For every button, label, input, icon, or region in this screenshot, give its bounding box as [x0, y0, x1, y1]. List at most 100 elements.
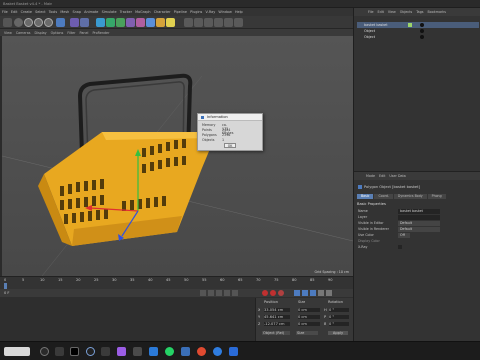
tab-phong[interactable]: Phong: [427, 194, 446, 199]
whatsapp-icon[interactable]: [165, 347, 174, 356]
key-scale-icon[interactable]: [302, 290, 308, 296]
viewport-menu-filter[interactable]: Filter: [67, 31, 75, 35]
attribute-menu-edit[interactable]: Edit: [379, 174, 385, 180]
size-x-field[interactable]: 0 cm: [298, 308, 320, 312]
position-y-field[interactable]: 45.641 cm: [264, 315, 290, 319]
viewport-menu-view[interactable]: View: [4, 31, 12, 35]
material-tag-icon[interactable]: [420, 35, 424, 39]
coordinate-mode-select[interactable]: Object (Rel): [262, 331, 290, 335]
menu-item-file[interactable]: File: [2, 10, 8, 14]
key-position-icon[interactable]: [294, 290, 300, 296]
size-y-field[interactable]: 0 cm: [298, 315, 320, 319]
menu-item-window[interactable]: Window: [218, 10, 231, 14]
visibility-icon[interactable]: [408, 23, 412, 27]
settings-icon[interactable]: [133, 347, 142, 356]
render-icon[interactable]: [70, 18, 79, 27]
basket-model[interactable]: [2, 36, 353, 276]
menu-item-edit[interactable]: Edit: [11, 10, 18, 14]
object-menu-bookmarks[interactable]: Bookmarks: [428, 10, 446, 16]
nurbs-icon[interactable]: [116, 18, 125, 27]
chrome-icon[interactable]: [197, 347, 206, 356]
apply-button[interactable]: Apply: [328, 331, 348, 335]
object-menu-view[interactable]: View: [388, 10, 396, 16]
move-icon[interactable]: [56, 18, 65, 27]
object-menu-edit[interactable]: Edit: [378, 10, 384, 16]
record-icon[interactable]: [262, 290, 268, 296]
menu-item-tools[interactable]: Tools: [49, 10, 57, 14]
name-field[interactable]: basket basket: [398, 209, 440, 214]
search-icon[interactable]: [40, 347, 49, 356]
tab-basic[interactable]: Basic: [357, 194, 374, 199]
rotation-p-field[interactable]: 0 °: [329, 315, 349, 319]
render-settings-icon[interactable]: [80, 18, 89, 27]
step-forward-icon[interactable]: [224, 290, 230, 296]
vscode-icon[interactable]: [149, 347, 158, 356]
position-z-field[interactable]: -12.077 cm: [264, 322, 290, 326]
size-mode-select[interactable]: Size: [296, 331, 318, 335]
rotation-h-field[interactable]: 0 °: [329, 308, 349, 312]
menu-item-tracker[interactable]: Tracker: [120, 10, 132, 14]
play-icon[interactable]: [216, 290, 222, 296]
visible-renderer-select[interactable]: Default: [398, 227, 440, 232]
menu-item-v-ray[interactable]: V-Ray: [206, 10, 216, 14]
menu-item-plugins[interactable]: Plugins: [190, 10, 202, 14]
menu-item-select[interactable]: Select: [35, 10, 45, 14]
undo-icon[interactable]: [3, 18, 12, 27]
locked-workplane-icon[interactable]: [234, 18, 243, 27]
go-end-icon[interactable]: [232, 290, 238, 296]
tab-dynamics-body[interactable]: Dynamics Body: [393, 194, 427, 199]
viewport-menu-cameras[interactable]: Cameras: [16, 31, 31, 35]
app-icon[interactable]: [117, 347, 126, 356]
key-pla-icon[interactable]: [326, 290, 332, 296]
points-mode-icon[interactable]: [184, 18, 193, 27]
cube-icon[interactable]: [96, 18, 105, 27]
material-tag-icon[interactable]: [420, 23, 424, 27]
rotation-b-field[interactable]: 0 °: [329, 322, 349, 326]
select-icon[interactable]: [14, 18, 23, 27]
axis-y-icon[interactable]: [34, 18, 43, 27]
file-explorer-icon[interactable]: [101, 347, 110, 356]
app-icon[interactable]: [229, 347, 238, 356]
visible-editor-select[interactable]: Default: [398, 221, 440, 226]
go-start-icon[interactable]: [200, 290, 206, 296]
viewport-menu-display[interactable]: Display: [34, 31, 46, 35]
size-z-field[interactable]: 0 cm: [298, 322, 320, 326]
keyframe-icon[interactable]: [278, 290, 284, 296]
environment-icon[interactable]: [146, 18, 155, 27]
xray-checkbox[interactable]: [398, 245, 402, 249]
viewport-menu-options[interactable]: Options: [51, 31, 64, 35]
timeline[interactable]: 0 5 10 15 20 25 30 35 40 45 50 55 60 65 70 75 80 85 90: [0, 276, 353, 289]
object-menu-objects[interactable]: Objects: [400, 10, 412, 16]
viewport-menu-prorender[interactable]: ProRender: [92, 31, 109, 35]
axis-z-icon[interactable]: [44, 18, 53, 27]
step-back-icon[interactable]: [208, 290, 214, 296]
attribute-menu-mode[interactable]: Mode: [366, 174, 375, 180]
x-app-icon[interactable]: [70, 347, 79, 356]
polygons-mode-icon[interactable]: [204, 18, 213, 27]
key-param-icon[interactable]: [318, 290, 324, 296]
menu-item-simulate[interactable]: Simulate: [102, 10, 117, 14]
camera-icon[interactable]: [156, 18, 165, 27]
viewport-menu-panel[interactable]: Panel: [80, 31, 89, 35]
layer-field[interactable]: [398, 215, 440, 220]
menu-item-animate[interactable]: Animate: [84, 10, 98, 14]
menu-item-character[interactable]: Character: [154, 10, 171, 14]
task-view-icon[interactable]: [55, 347, 64, 356]
autokey-icon[interactable]: [270, 290, 276, 296]
position-x-field[interactable]: 33.054 cm: [264, 308, 290, 312]
spline-icon[interactable]: [106, 18, 115, 27]
dialog-titlebar[interactable]: Information: [198, 114, 262, 121]
menu-item-create[interactable]: Create: [21, 10, 32, 14]
viewport[interactable]: Grid Spacing : 10 cm: [2, 36, 353, 276]
tab-coord[interactable]: Coord.: [374, 194, 393, 199]
object-row[interactable]: Object: [357, 34, 479, 40]
menu-item-pipeline[interactable]: Pipeline: [174, 10, 187, 14]
material-tag-icon[interactable]: [420, 29, 424, 33]
attribute-menu-user-data[interactable]: User Data: [389, 174, 405, 180]
object-menu-file[interactable]: File: [368, 10, 374, 16]
cinema4d-icon[interactable]: [86, 347, 95, 356]
store-icon[interactable]: [181, 347, 190, 356]
workplane-icon[interactable]: [224, 18, 233, 27]
taskbar-thumbnail[interactable]: [4, 347, 30, 356]
object-menu-tags[interactable]: Tags: [416, 10, 423, 16]
